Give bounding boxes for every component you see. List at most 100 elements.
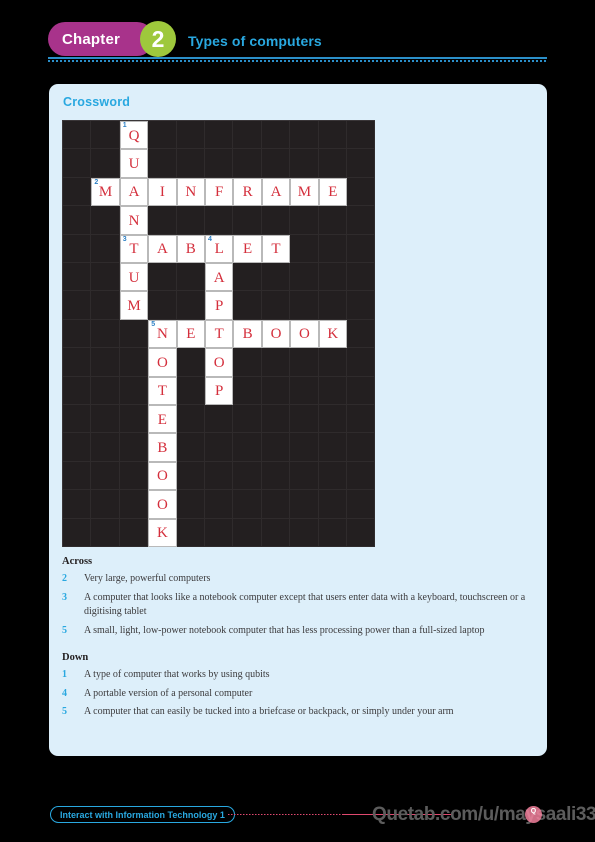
grid-cell-blank <box>318 433 347 462</box>
grid-cell-letter: M <box>98 184 113 201</box>
grid-cell-filled[interactable]: A <box>261 177 291 207</box>
grid-cell-letter: E <box>157 411 167 428</box>
grid-cell-filled[interactable]: K <box>318 319 347 349</box>
grid-cell-letter: A <box>128 184 140 201</box>
grid-cell-blank <box>290 348 319 377</box>
footer-dotted-line <box>228 814 343 815</box>
grid-cell-blank <box>261 433 291 462</box>
grid-cell-filled[interactable]: R <box>233 177 262 207</box>
grid-cell-filled[interactable]: P <box>205 376 234 405</box>
grid-cell-filled[interactable]: T <box>205 319 234 349</box>
grid-cell-letter: R <box>242 184 253 201</box>
grid-cell-blank <box>290 490 319 519</box>
grid-cell-letter: T <box>271 241 281 258</box>
grid-cell-letter: I <box>159 184 165 201</box>
grid-cell-filled[interactable]: O <box>261 319 291 349</box>
grid-cell-filled[interactable]: 2M <box>91 177 120 207</box>
grid-cell-filled[interactable]: A <box>205 263 234 292</box>
grid-cell-blank <box>290 433 319 462</box>
grid-cell-blank <box>205 461 234 491</box>
grid-cell-blank <box>261 461 291 491</box>
grid-cell-letter: L <box>214 241 224 258</box>
grid-cell-filled[interactable]: N <box>119 206 149 235</box>
grid-cell-blank <box>63 319 92 349</box>
grid-cell-letter: O <box>156 496 168 513</box>
grid-cell-filled[interactable]: A <box>148 234 177 263</box>
grid-cell-blank <box>318 405 347 434</box>
grid-cell-filled[interactable]: O <box>290 319 319 349</box>
grid-cell-blank <box>347 490 376 519</box>
grid-cell-filled[interactable]: N <box>176 177 205 207</box>
grid-cell-filled[interactable]: O <box>148 348 177 377</box>
grid-cell-blank <box>119 376 149 405</box>
grid-cell-filled[interactable]: M <box>290 177 319 207</box>
grid-cell-blank <box>91 291 120 320</box>
crossword-grid[interactable]: 1QU2MAINFRAMEN3TAB4LETUAMP5NETBOOKOOTPEB… <box>62 120 376 547</box>
footer-badge-label: Interact with Information Technology 1 <box>60 809 225 820</box>
grid-cell-blank <box>91 319 120 349</box>
grid-cell-blank <box>205 490 234 519</box>
grid-cell-blank <box>148 206 177 235</box>
grid-cell-filled[interactable]: B <box>233 319 262 349</box>
grid-cell-filled[interactable]: B <box>148 433 177 462</box>
grid-cell-letter: U <box>128 269 140 286</box>
crossword-panel: Crossword 1QU2MAINFRAMEN3TAB4LETUAMP5NET… <box>49 84 547 756</box>
grid-cell-blank <box>347 121 376 150</box>
grid-cell-filled[interactable]: 3T <box>119 234 149 263</box>
panel-title: Crossword <box>63 95 131 109</box>
grid-cell-blank <box>176 405 205 434</box>
grid-cell-letter: T <box>129 241 139 258</box>
grid-cell-filled[interactable]: K <box>148 518 177 547</box>
grid-cell-filled[interactable]: 1Q <box>119 121 149 150</box>
grid-cell-blank <box>347 177 376 207</box>
grid-cell-filled[interactable]: E <box>318 177 347 207</box>
grid-cell-letter: Q <box>128 127 140 144</box>
down-clue-list: 1 A type of computer that works by using … <box>62 668 534 720</box>
grid-cell-filled[interactable]: O <box>205 348 234 377</box>
grid-cell-filled[interactable]: B <box>176 234 205 263</box>
across-clue-number: 3 <box>62 591 67 603</box>
grid-cell-blank <box>63 490 92 519</box>
chapter-header: Chapter 2 Types of computers <box>48 21 548 62</box>
grid-cell-blank <box>318 234 347 263</box>
grid-cell-filled[interactable]: 4L <box>205 234 234 263</box>
grid-cell-blank <box>148 291 177 320</box>
grid-cell-blank <box>290 291 319 320</box>
grid-cell-blank <box>91 433 120 462</box>
grid-cell-filled[interactable]: E <box>233 234 262 263</box>
grid-cell-blank <box>347 319 376 349</box>
grid-cell-filled[interactable]: A <box>119 177 149 207</box>
grid-cell-filled[interactable]: I <box>148 177 177 207</box>
grid-cell-filled[interactable]: 5N <box>148 319 177 349</box>
grid-cell-filled[interactable]: U <box>119 149 149 178</box>
grid-cell-letter: A <box>213 269 225 286</box>
grid-cell-filled[interactable]: M <box>119 291 149 320</box>
grid-cell-filled[interactable]: P <box>205 291 234 320</box>
grid-cell-filled[interactable]: O <box>148 490 177 519</box>
grid-cell-blank <box>205 433 234 462</box>
grid-cell-filled[interactable]: E <box>176 319 205 349</box>
grid-cell-blank <box>290 263 319 292</box>
grid-cell-blank <box>290 149 319 178</box>
watermark-text: Quetab.com/u/maysaali33 <box>372 804 595 825</box>
grid-cell-filled[interactable]: T <box>261 234 291 263</box>
grid-cell-letter: O <box>156 468 168 485</box>
grid-cell-blank <box>347 433 376 462</box>
grid-cell-filled[interactable]: U <box>119 263 149 292</box>
grid-cell-blank <box>233 348 262 377</box>
across-clue-row: 2 Very large, powerful computers <box>62 572 534 587</box>
grid-cell-letter: B <box>157 440 168 457</box>
grid-cell-filled[interactable]: E <box>148 405 177 434</box>
grid-cell-blank <box>261 149 291 178</box>
grid-cell-blank <box>233 149 262 178</box>
down-clue-row: 4 A portable version of a personal comput… <box>62 687 534 702</box>
grid-cell-filled[interactable]: T <box>148 376 177 405</box>
grid-cell-blank <box>176 263 205 292</box>
grid-cell-filled[interactable]: O <box>148 461 177 491</box>
down-heading: Down <box>62 652 89 663</box>
grid-cell-blank <box>63 177 92 207</box>
grid-cell-blank <box>233 490 262 519</box>
grid-cell-blank <box>148 263 177 292</box>
grid-cell-filled[interactable]: F <box>205 177 234 207</box>
grid-cell-blank <box>91 121 120 150</box>
